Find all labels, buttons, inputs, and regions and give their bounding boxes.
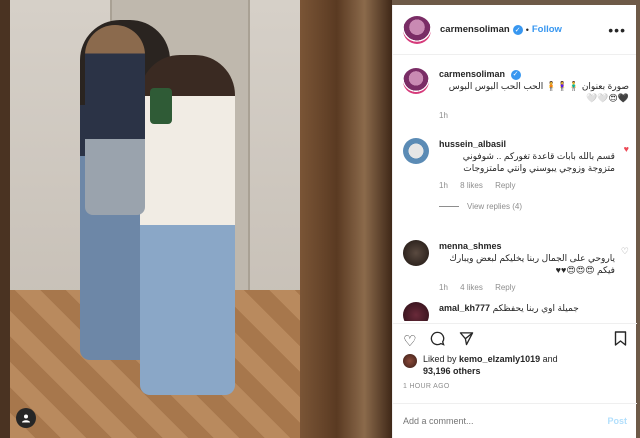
- post-comment-button[interactable]: Post: [607, 416, 627, 426]
- like-icon[interactable]: ♡: [403, 332, 416, 350]
- comment-icon[interactable]: [430, 331, 446, 350]
- comment-text: قسم بالله بابات قاعدة تغوركم .. شوفوني م…: [462, 151, 615, 173]
- comment-avatar[interactable]: [403, 138, 429, 164]
- post-photo[interactable]: [0, 0, 392, 438]
- caption: carmensoliman ✓ صورة بعنوان 🧍‍♂️🧍‍♀️🧍 ال…: [403, 68, 629, 122]
- caption-time: 1h: [439, 111, 448, 120]
- reply-button[interactable]: Reply: [495, 181, 515, 190]
- view-replies-label: View replies (4): [467, 202, 522, 211]
- post-header: carmensoliman ✓ • Follow •••: [393, 5, 636, 55]
- comment: menna_shmes ياروحي على الجمال ربنا يخليك…: [403, 240, 629, 294]
- likes-and: and: [542, 354, 558, 364]
- heart-icon[interactable]: ♡: [621, 246, 629, 257]
- comment-text: جميلة اوي ربنا يحفظكم: [492, 303, 579, 313]
- photo-phone: [150, 88, 172, 124]
- comment-likes[interactable]: 4 likes: [460, 283, 483, 292]
- comment-likes[interactable]: 8 likes: [460, 181, 483, 190]
- view-replies-button[interactable]: View replies (4): [439, 202, 629, 211]
- verified-icon: ✓: [510, 69, 521, 80]
- liker-avatar[interactable]: [403, 354, 417, 368]
- post-actions: ♡: [393, 323, 637, 357]
- save-icon[interactable]: [614, 331, 627, 350]
- caption-text: صورة بعنوان 🧍‍♂️🧍‍♀️🧍 الحب الحب البوس ال…: [448, 81, 629, 103]
- comment-avatar[interactable]: [403, 240, 429, 266]
- likes-summary: Liked by kemo_elzamly1019 and 93,196 oth…: [403, 353, 629, 377]
- comment-input[interactable]: [403, 416, 608, 426]
- comment-time: 1h: [439, 283, 448, 292]
- reply-button[interactable]: Reply: [495, 283, 515, 292]
- comment-text: ياروحي على الجمال ربنا يخليكم لبعض ويبار…: [449, 253, 615, 275]
- mirror-frame-right: [300, 0, 392, 438]
- comment-avatar[interactable]: [403, 302, 429, 321]
- caption-avatar[interactable]: [403, 68, 429, 94]
- comment: hussein_albasil قسم بالله بابات قاعدة تغ…: [403, 138, 629, 211]
- tagged-user-icon[interactable]: [16, 408, 36, 428]
- author-username[interactable]: carmensoliman: [440, 24, 510, 35]
- likes-prefix: Liked by: [423, 354, 457, 364]
- comment-username[interactable]: menna_shmes: [439, 241, 502, 251]
- post-side-panel: carmensoliman ✓ • Follow ••• carmensolim…: [392, 5, 637, 438]
- liker-username[interactable]: kemo_elzamly1019: [459, 354, 540, 364]
- mirror-frame-left: [0, 0, 10, 438]
- photo-child: [85, 25, 145, 215]
- likes-others[interactable]: 93,196 others: [423, 366, 481, 376]
- verified-icon: ✓: [512, 24, 523, 35]
- post-timestamp[interactable]: 1 HOUR AGO: [403, 383, 450, 390]
- comment: amal_kh777 جميلة اوي ربنا يحفظكم: [403, 302, 629, 321]
- caption-username[interactable]: carmensoliman: [439, 69, 505, 79]
- share-icon[interactable]: [459, 331, 474, 350]
- comment-time: 1h: [439, 181, 448, 190]
- author-avatar[interactable]: [403, 15, 431, 44]
- more-options-icon[interactable]: •••: [608, 22, 626, 38]
- follow-button[interactable]: Follow: [532, 24, 562, 35]
- add-comment-bar: Post: [393, 403, 637, 438]
- comments-list[interactable]: carmensoliman ✓ صورة بعنوان 🧍‍♂️🧍‍♀️🧍 ال…: [393, 56, 637, 321]
- separator-dot: •: [525, 24, 529, 35]
- comment-username[interactable]: amal_kh777: [439, 303, 490, 313]
- comment-username[interactable]: hussein_albasil: [439, 139, 506, 149]
- replies-line: [439, 206, 459, 208]
- liked-heart-icon[interactable]: ♥: [624, 144, 629, 154]
